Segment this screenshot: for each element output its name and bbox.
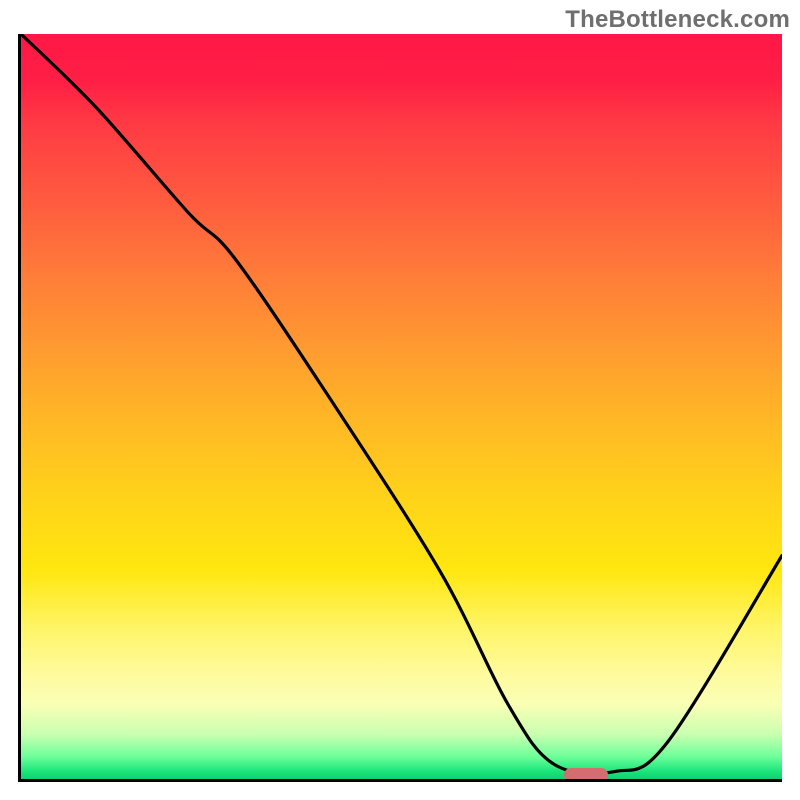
bottleneck-curve <box>21 34 782 779</box>
chart-container: TheBottleneck.com <box>0 0 800 800</box>
plot-area <box>18 34 782 782</box>
optimal-marker <box>564 768 608 782</box>
watermark-text: TheBottleneck.com <box>565 6 790 34</box>
curve-path <box>21 34 782 774</box>
